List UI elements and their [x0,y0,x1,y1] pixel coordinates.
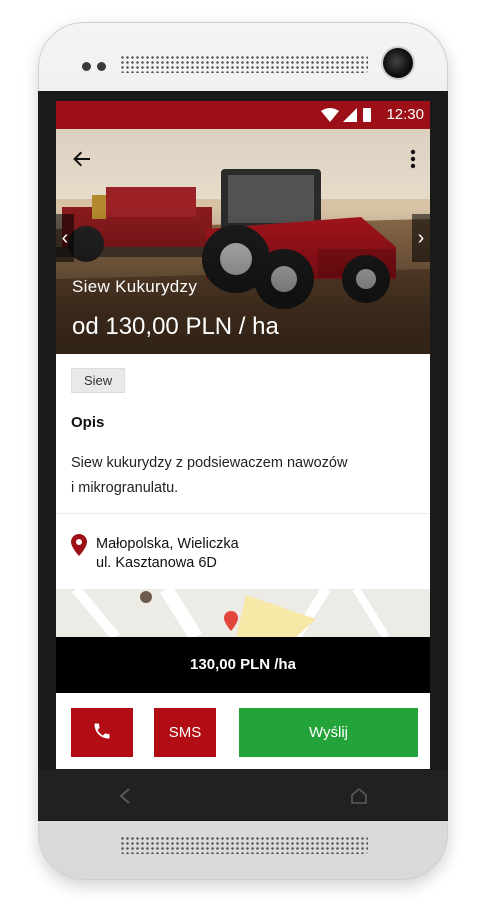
map-preview[interactable] [56,589,430,637]
nav-home-icon[interactable] [350,787,368,805]
hero-image: ‹ › Siew Kukurydzy od 130,00 PLN / ha [56,129,430,354]
sensor-dot [97,62,106,71]
divider [56,513,430,514]
front-camera [383,48,413,78]
chevron-left-icon: ‹ [61,227,69,249]
status-icons [321,108,371,122]
description-heading: Opis [71,414,105,431]
status-bar: 12:30 [56,101,430,129]
bottom-speaker [120,836,368,854]
nav-back-icon[interactable] [118,787,132,805]
description-line: i mikrogranulatu. [71,480,179,496]
battery-icon [363,108,371,122]
send-button[interactable]: Wyślij [239,708,418,757]
address-line: Małopolska, Wieliczka [96,536,239,552]
call-button[interactable] [71,708,133,757]
sms-button[interactable]: SMS [154,708,216,757]
app-screen: 12:30 ‹ › Siew Kukurydzy od 130,00 PLN /… [56,101,430,769]
category-tag[interactable]: Siew [71,368,126,393]
android-navbar [38,770,448,820]
signal-icon [343,108,357,122]
description-line: Siew kukurydzy z podsiewaczem nawozów [71,455,348,471]
address[interactable]: Małopolska, Wieliczka ul. Kasztanowa 6D [96,535,239,573]
service-price: od 130,00 PLN / ha [72,313,279,340]
sensor-dot [82,62,91,71]
wifi-icon [321,108,339,122]
chevron-right-icon: › [417,227,425,249]
location-pin-icon [71,534,87,556]
action-bar: SMS Wyślij [56,693,430,769]
more-vert-icon[interactable] [410,149,416,169]
back-arrow-icon[interactable] [70,147,94,171]
service-title: Siew Kukurydzy [72,277,198,296]
gallery-next-button[interactable]: › [412,214,430,262]
status-time: 12:30 [386,106,424,123]
phone-icon [94,723,110,739]
map-tiles [56,589,430,637]
address-line: ul. Kasztanowa 6D [96,555,217,571]
price-summary: 130,00 PLN /ha [56,637,430,693]
top-speaker [120,55,368,73]
gallery-prev-button[interactable]: ‹ [56,214,74,262]
description-text: Siew kukurydzy z podsiewaczem nawozów i … [71,451,391,501]
